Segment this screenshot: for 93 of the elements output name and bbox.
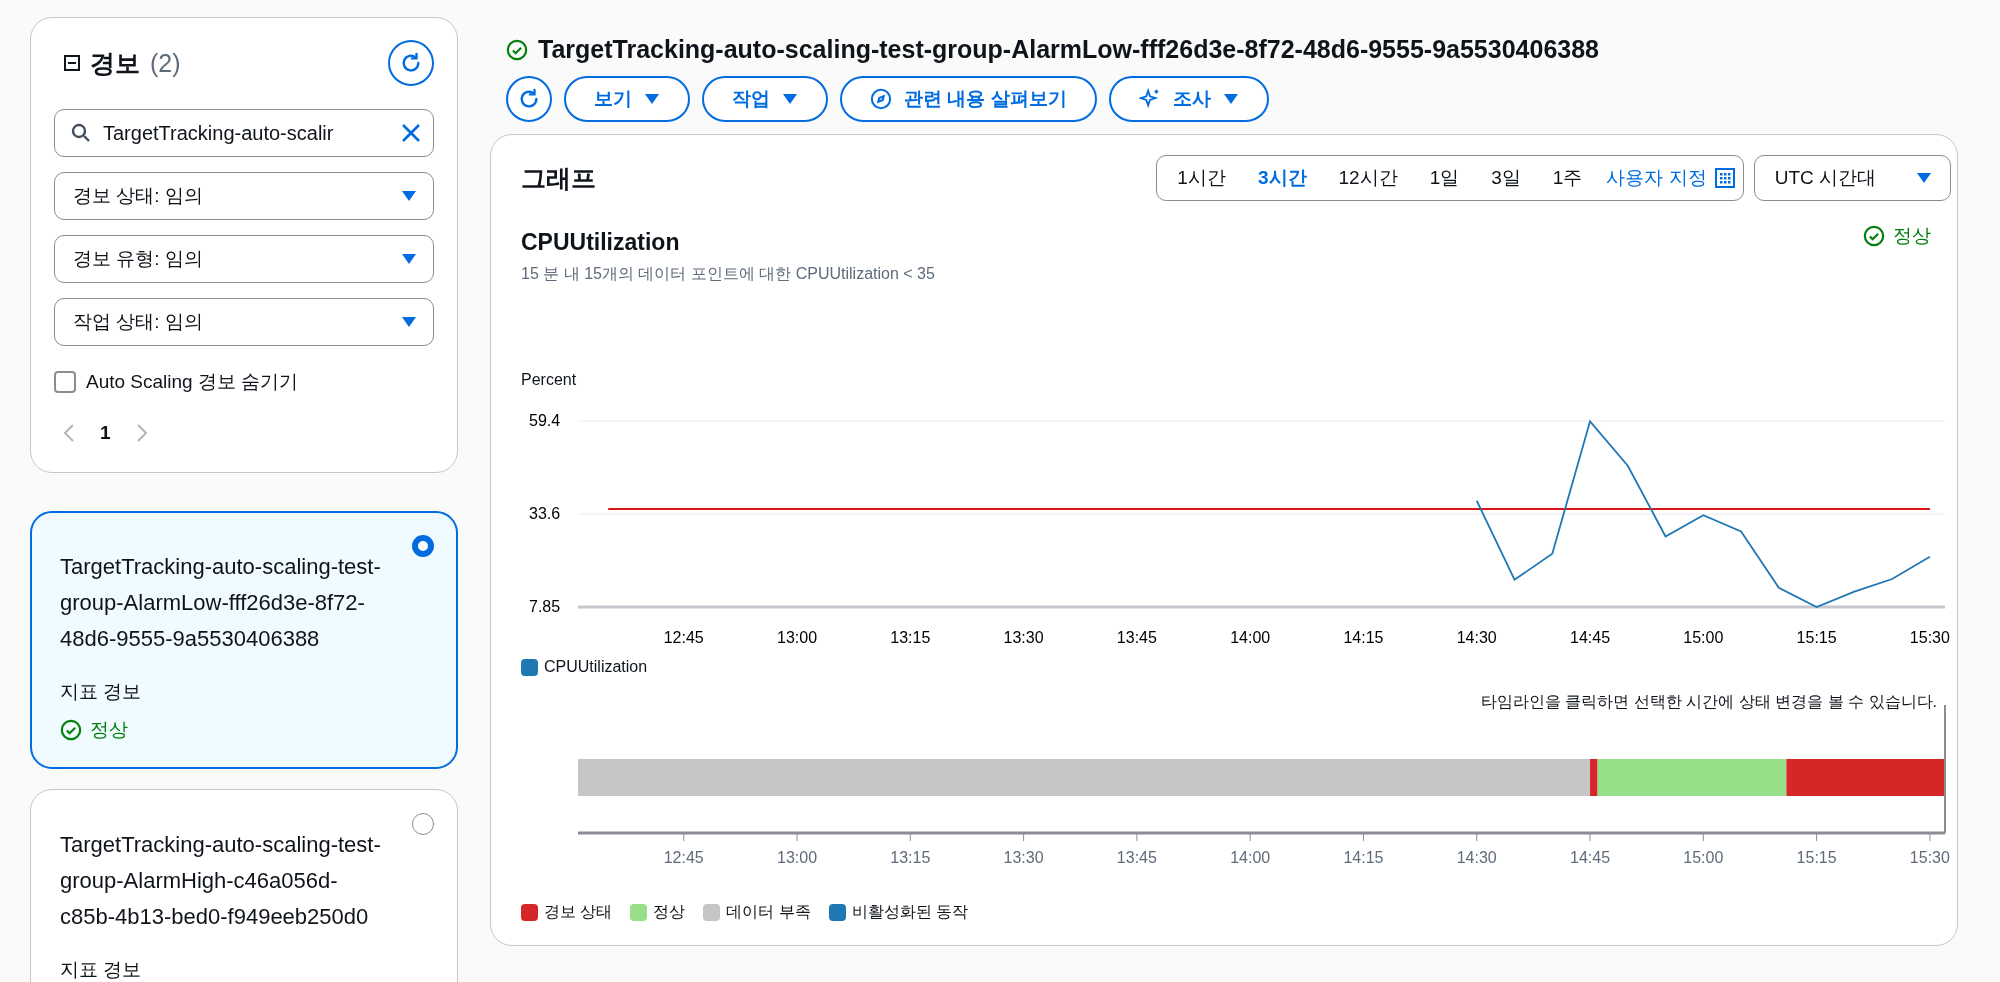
chevron-right-icon[interactable]	[136, 424, 147, 442]
x-tick-label: 14:30	[1456, 629, 1497, 646]
radio-button[interactable]	[412, 535, 434, 557]
alarm-type: 지표 경보	[60, 681, 142, 702]
panel-title: 경보	[90, 47, 140, 79]
x-tick-label: 13:30	[1003, 629, 1044, 646]
refresh-button[interactable]	[388, 40, 434, 86]
caret-down-icon	[782, 93, 798, 105]
time-range-option[interactable]: 1시간	[1161, 165, 1242, 191]
x-tick-label: 12:45	[663, 849, 704, 866]
filter-select[interactable]: 경보 상태: 임의	[54, 172, 434, 220]
x-tick-label: 15:15	[1796, 629, 1837, 646]
x-tick-label: 13:45	[1116, 849, 1157, 866]
time-range-option[interactable]: 1일	[1413, 165, 1476, 191]
legend-label: 데이터 부족	[726, 902, 811, 922]
refresh-icon	[518, 88, 540, 110]
y-tick-label: 33.6	[529, 505, 561, 523]
legend-label: 비활성화된 동작	[851, 902, 969, 922]
x-tick-label: 15:00	[1683, 849, 1724, 866]
x-tick-label: 13:45	[1116, 629, 1157, 646]
x-tick-label: 15:15	[1796, 849, 1837, 866]
axis-label: Percent	[521, 371, 577, 388]
x-tick-label: 13:00	[777, 629, 818, 646]
legend-label: CPUUtilization	[544, 658, 648, 676]
compass-icon	[870, 88, 892, 110]
refresh-button[interactable]	[506, 76, 552, 122]
filter-select[interactable]: 작업 상태: 임의	[54, 298, 434, 346]
check-circle-icon	[1863, 225, 1885, 247]
caret-down-icon	[1916, 172, 1932, 184]
x-tick-label: 14:45	[1570, 849, 1611, 866]
check-circle-icon	[60, 719, 82, 741]
alarm-card[interactable]: TargetTracking-auto-scaling-test-group-AlarmHigh-c46a056d-c85b-4b13-bed0-f949eeb250d0 지표 경보	[30, 789, 458, 982]
x-tick-label: 14:00	[1230, 849, 1271, 866]
page-title: TargetTracking-auto-scaling-test-group-AlarmLow-fff26d3e-8f72-48d6-9555-9a5530406388	[538, 35, 1599, 64]
x-tick-label: 14:15	[1343, 849, 1384, 866]
x-tick-label: 14:00	[1230, 629, 1271, 646]
caret-down-icon	[644, 93, 660, 105]
checkbox-label: Auto Scaling 경보 숨기기	[86, 370, 299, 394]
alarm-type: 지표 경보	[60, 959, 142, 980]
sparkle-icon	[1138, 88, 1161, 110]
x-tick-label: 14:15	[1343, 629, 1384, 646]
timeline-hint: 타임라인을 클릭하면 선택한 시간에 상태 변경을 볼 수 있습니다.	[1481, 692, 1937, 712]
custom-range-link[interactable]: 사용자 지정	[1598, 165, 1715, 191]
filter-select[interactable]: 경보 유형: 임의	[54, 235, 434, 283]
x-tick-label: 13:00	[777, 849, 818, 866]
alarm-condition: 15 분 내 15개의 데이터 포인트에 대한 CPUUtilization < 35	[521, 264, 935, 284]
timezone-select[interactable]: UTC 시간대	[1753, 155, 1951, 201]
alarm-count: (2)	[150, 48, 181, 78]
time-range-option[interactable]: 3일	[1475, 165, 1537, 191]
metric-title: CPUUtilization	[521, 229, 681, 256]
page-number[interactable]: 1	[100, 422, 111, 444]
y-tick-label: 7.85	[529, 598, 561, 615]
action-button[interactable]: 작업	[702, 76, 828, 122]
check-circle-icon	[506, 38, 528, 61]
search-input[interactable]: TargetTracking-auto-scalir	[101, 120, 391, 146]
x-tick-label: 15:30	[1909, 849, 1950, 866]
search-field[interactable]: TargetTracking-auto-scalir	[54, 109, 434, 157]
collapse-icon[interactable]	[64, 55, 80, 71]
action-button[interactable]: 조사	[1108, 76, 1269, 122]
x-tick-label: 13:30	[1003, 849, 1044, 866]
timeline-segment[interactable]	[1590, 759, 1598, 796]
alarm-name: TargetTracking-auto-scaling-test-group-AlarmLow-fff26d3e-8f72-48d6-9555-9a5530406388	[60, 553, 382, 653]
alarm-name: TargetTracking-auto-scaling-test-group-AlarmHigh-c46a056d-c85b-4b13-bed0-f949eeb250d0	[60, 831, 382, 931]
caret-down-icon	[1222, 93, 1239, 105]
status-text: 정상	[90, 718, 128, 742]
time-range-option[interactable]: 3시간	[1241, 165, 1323, 191]
chevron-left-icon[interactable]	[64, 424, 74, 442]
caret-down-icon	[401, 253, 417, 265]
radio-button[interactable]	[412, 813, 434, 835]
time-range-option[interactable]: 1주	[1536, 165, 1599, 191]
action-button[interactable]: 보기	[564, 76, 690, 122]
alarm-card[interactable]: TargetTracking-auto-scaling-test-group-AlarmLow-fff26d3e-8f72-48d6-9555-9a5530406388 지표 경보 정상	[30, 511, 458, 769]
checkbox[interactable]	[54, 371, 76, 393]
x-tick-label: 14:30	[1456, 849, 1497, 866]
caret-down-icon	[401, 190, 417, 202]
x-tick-label: 13:15	[890, 849, 931, 866]
x-tick-label: 14:45	[1570, 629, 1611, 646]
calendar-icon[interactable]	[1714, 168, 1735, 188]
legend-label: 정상	[653, 902, 686, 922]
refresh-icon	[400, 52, 422, 74]
caret-down-icon	[401, 316, 417, 328]
x-tick-label: 13:15	[890, 629, 931, 646]
x-tick-label: 15:30	[1909, 629, 1950, 646]
time-range-option[interactable]: 12시간	[1322, 165, 1414, 191]
action-button[interactable]: 관련 내용 살펴보기	[840, 76, 1097, 122]
close-icon[interactable]	[401, 123, 421, 143]
x-tick-label: 15:00	[1683, 629, 1724, 646]
x-tick-label: 12:45	[663, 629, 704, 646]
legend-label: 경보 상태	[544, 902, 613, 922]
y-tick-label: 59.4	[529, 412, 561, 429]
section-title: 그래프	[521, 162, 596, 194]
status-text: 정상	[1893, 224, 1931, 248]
search-icon	[71, 123, 91, 143]
